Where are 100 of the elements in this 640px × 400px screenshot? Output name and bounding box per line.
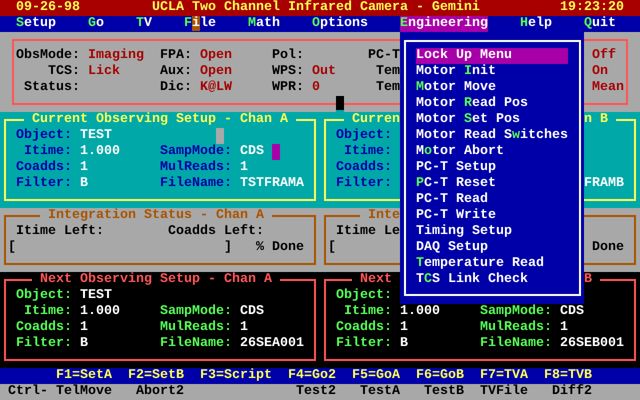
- field-label: WPR:: [272, 80, 304, 96]
- shortcut-label: TelMove: [56, 384, 112, 400]
- menu-item[interactable]: Quit: [584, 16, 616, 32]
- cursor-block: [272, 144, 280, 160]
- menu-item[interactable]: Lock Up Menu: [416, 48, 568, 64]
- field-label: FileName:: [160, 176, 232, 192]
- field-label: Coadds:: [336, 160, 392, 176]
- field-label: Itime Le: [336, 224, 400, 240]
- field-value: B: [400, 336, 408, 352]
- field-label: FileName:: [160, 336, 232, 352]
- field-label: FileName:: [480, 336, 552, 352]
- field-label: Itime:: [24, 304, 72, 320]
- panel-title: Integration Status - Chan A: [48, 208, 264, 224]
- field-value: Off: [592, 48, 616, 64]
- menu-item[interactable]: Timing Setup: [416, 224, 568, 240]
- field-value: 0: [312, 80, 320, 96]
- field-value: Out: [312, 64, 336, 80]
- field-label: MulReads:: [480, 320, 552, 336]
- menu-item[interactable]: Options: [312, 16, 368, 32]
- field-label: Object:: [16, 128, 72, 144]
- field-value: Lick: [88, 64, 120, 80]
- menu-item[interactable]: Motor Init: [416, 64, 568, 80]
- field-label: ObsMode:: [16, 48, 80, 64]
- field-value: 1: [80, 320, 88, 336]
- menu-item[interactable]: Help: [520, 16, 552, 32]
- field-label: Tem: [376, 80, 400, 96]
- field-value: CDS: [240, 304, 264, 320]
- menu-item[interactable]: PC-T Setup: [416, 160, 568, 176]
- field-value: 1: [400, 320, 408, 336]
- field-label: Tem: [376, 64, 400, 80]
- function-key-label: F1=SetA: [56, 368, 112, 384]
- menu-item[interactable]: PC-T Write: [416, 208, 568, 224]
- field-value: Open: [200, 48, 232, 64]
- field-value: K@LW: [200, 80, 232, 96]
- menu-item[interactable]: Math: [248, 16, 280, 32]
- field-value: Open: [200, 64, 232, 80]
- field-value: 1.000: [80, 304, 120, 320]
- field-label: Object:: [336, 288, 392, 304]
- menu-item[interactable]: Motor Read Pos: [416, 96, 568, 112]
- function-key-label: F4=Go2: [288, 368, 336, 384]
- menu-item[interactable]: PC-T Read: [416, 192, 568, 208]
- function-key-label: F8=TVB: [544, 368, 592, 384]
- field-label: TCS:: [48, 64, 80, 80]
- field-value: TEST: [80, 288, 112, 304]
- field-value: On: [592, 64, 608, 80]
- field-value: CDS: [240, 144, 264, 160]
- field-label: Filter:: [336, 176, 392, 192]
- panel-title: Current Observing Setup - Chan A: [32, 112, 288, 128]
- field-value: B: [80, 176, 88, 192]
- menu-item[interactable]: Motor Read Switches: [416, 128, 568, 144]
- field-label: Aux:: [160, 64, 192, 80]
- field-value: 26SEB001: [560, 336, 624, 352]
- field-value: B: [80, 336, 88, 352]
- bracket-text: [: [8, 240, 16, 256]
- field-value: TEST: [80, 128, 112, 144]
- field-label: SampMode:: [160, 144, 232, 160]
- field-label: Filter:: [16, 336, 72, 352]
- field-label: Status:: [24, 80, 80, 96]
- shortcut-label: Abort2: [136, 384, 184, 400]
- field-value: 1.000: [80, 144, 120, 160]
- menu-item[interactable]: TV: [136, 16, 152, 32]
- field-label: MulReads:: [160, 320, 232, 336]
- menu-item[interactable]: Setup: [16, 16, 56, 32]
- field-label: Coadds:: [16, 160, 72, 176]
- field-label: FPA:: [160, 48, 192, 64]
- field-value: 1: [80, 160, 88, 176]
- menu-item[interactable]: Engineering: [400, 16, 488, 32]
- menu-item[interactable]: Motor Move: [416, 80, 568, 96]
- menu-item[interactable]: Temperature Read: [416, 256, 568, 272]
- menu-item[interactable]: Go: [88, 16, 104, 32]
- menu-item[interactable]: PC-T Reset: [416, 176, 568, 192]
- done-text: Done: [592, 240, 624, 256]
- function-key-label: F5=GoA: [352, 368, 400, 384]
- clock-text: 19:23:20: [560, 0, 624, 16]
- function-key-label: F3=Script: [200, 368, 272, 384]
- function-key-label: F7=TVA: [480, 368, 528, 384]
- field-label: Coadds:: [336, 320, 392, 336]
- panel-title: Next Observing Setup - Chan A: [40, 272, 272, 288]
- field-label: Object:: [16, 288, 72, 304]
- menu-item[interactable]: Motor Set Pos: [416, 112, 568, 128]
- function-key-label: F6=GoB: [416, 368, 464, 384]
- field-label: SampMode:: [160, 304, 232, 320]
- field-label: Dic:: [160, 80, 192, 96]
- menu-item[interactable]: DAQ Setup: [416, 240, 568, 256]
- cursor-block: [336, 96, 344, 112]
- done-text: % Done: [256, 240, 304, 256]
- field-value: FRAMB: [584, 176, 624, 192]
- field-value: TSTFRAMA: [240, 176, 304, 192]
- field-label: SampMode:: [480, 304, 552, 320]
- menu-item[interactable]: Motor Abort: [416, 144, 568, 160]
- field-value: 1: [560, 320, 568, 336]
- field-value: Mean: [592, 80, 624, 96]
- field-label: Pol:: [272, 48, 304, 64]
- menu-item[interactable]: TCS Link Check: [416, 272, 568, 288]
- field-label: Filter:: [336, 336, 392, 352]
- field-value: 1: [240, 320, 248, 336]
- shortcut-label: TVFile: [480, 384, 528, 400]
- shortcut-label: TestA: [360, 384, 400, 400]
- menu-item[interactable]: File: [184, 16, 216, 32]
- field-label: Coadds:: [16, 320, 72, 336]
